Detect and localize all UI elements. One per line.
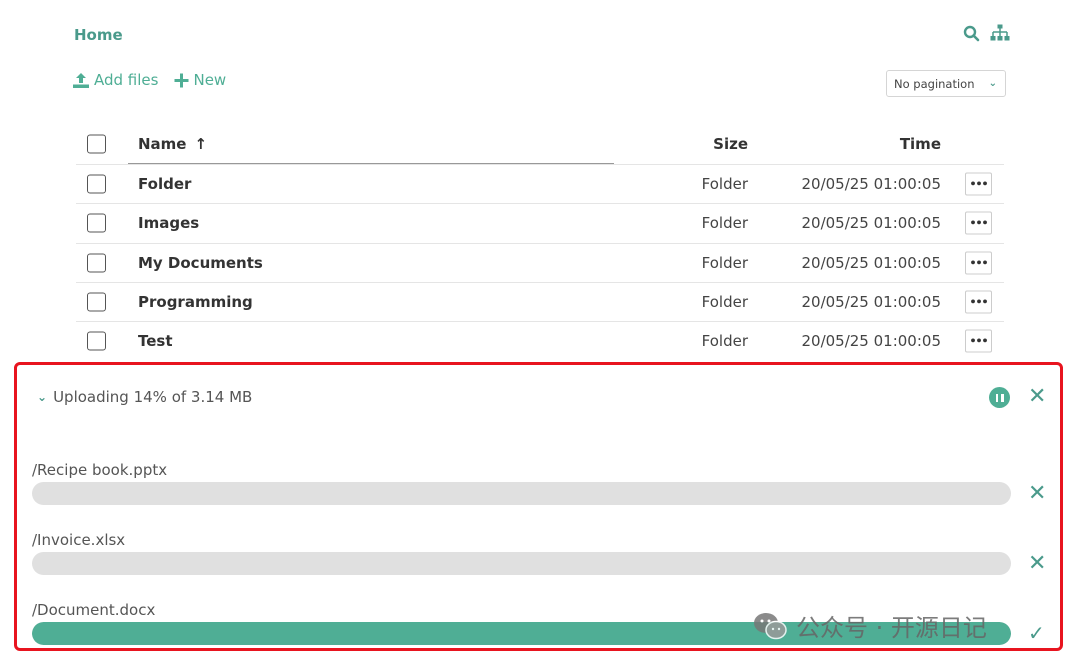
file-size: Folder xyxy=(701,175,748,194)
column-header-time[interactable]: Time xyxy=(900,135,941,153)
more-icon[interactable]: ••• xyxy=(965,251,992,275)
table-row[interactable]: My Documents Folder 20/05/25 01:00:05 ••… xyxy=(76,242,1004,282)
file-table: Name ↑ Size Time Folder Folder 20/05/25 0… xyxy=(76,124,1004,360)
add-files-label: Add files xyxy=(94,71,159,89)
file-name[interactable]: Images xyxy=(138,214,199,232)
breadcrumb[interactable]: Home xyxy=(74,26,123,44)
file-name[interactable]: My Documents xyxy=(138,254,263,272)
upload-icon xyxy=(72,72,90,89)
file-name[interactable]: Folder xyxy=(138,175,191,193)
file-time: 20/05/25 01:00:05 xyxy=(801,175,941,194)
breadcrumb-home[interactable]: Home xyxy=(74,26,123,44)
column-header-name[interactable]: Name ↑ xyxy=(138,135,207,153)
upload-progress-bar xyxy=(32,552,1011,575)
file-size: Folder xyxy=(701,332,748,351)
row-checkbox[interactable] xyxy=(87,331,106,351)
sort-up-icon: ↑ xyxy=(194,135,208,153)
upload-progress-bar xyxy=(32,482,1011,505)
file-time: 20/05/25 01:00:05 xyxy=(801,293,941,312)
new-label: New xyxy=(193,71,227,89)
upload-file-name: /Recipe book.pptx xyxy=(32,461,168,479)
upload-status: Uploading 14% of 3.14 MB xyxy=(53,388,253,406)
file-time: 20/05/25 01:00:05 xyxy=(801,332,941,351)
watermark: 公众号 · 开源日记 xyxy=(752,608,987,643)
file-time: 20/05/25 01:00:05 xyxy=(801,214,941,233)
top-actions xyxy=(963,24,1010,42)
chevron-down-icon: ⌄ xyxy=(988,78,997,89)
sitemap-icon[interactable] xyxy=(990,24,1010,42)
row-checkbox[interactable] xyxy=(87,174,106,194)
upload-header[interactable]: ⌄ Uploading 14% of 3.14 MB xyxy=(37,388,252,406)
table-row[interactable]: Images Folder 20/05/25 01:00:05 ••• xyxy=(76,203,1004,242)
row-checkbox[interactable] xyxy=(87,213,106,233)
file-size: Folder xyxy=(701,293,748,312)
table-row[interactable]: Test Folder 20/05/25 01:00:05 ••• xyxy=(76,321,1004,360)
upload-file-name: /Document.docx xyxy=(32,601,156,619)
column-name-label: Name xyxy=(138,135,187,153)
file-size: Folder xyxy=(701,214,748,233)
column-header-size[interactable]: Size xyxy=(713,135,748,153)
upload-file-name: /Invoice.xlsx xyxy=(32,531,126,549)
file-name[interactable]: Programming xyxy=(138,293,253,311)
file-size: Folder xyxy=(701,253,748,272)
pagination-select[interactable]: No pagination ⌄ xyxy=(886,70,1006,97)
close-icon[interactable]: ✕ xyxy=(1028,483,1046,505)
row-checkbox[interactable] xyxy=(87,292,106,312)
wechat-icon xyxy=(752,611,788,641)
pause-icon[interactable] xyxy=(989,387,1010,408)
more-icon[interactable]: ••• xyxy=(965,172,992,196)
more-icon[interactable]: ••• xyxy=(965,290,992,314)
close-icon[interactable]: ✕ xyxy=(1028,553,1046,575)
search-icon[interactable] xyxy=(963,25,980,42)
chevron-down-icon[interactable]: ⌄ xyxy=(37,390,47,404)
select-all-checkbox[interactable] xyxy=(87,134,106,154)
pagination-value: No pagination xyxy=(894,76,975,91)
plus-icon xyxy=(174,73,189,88)
watermark-text: 公众号 · 开源日记 xyxy=(796,614,987,642)
close-icon[interactable]: ✕ xyxy=(1028,386,1046,408)
file-name[interactable]: Test xyxy=(138,332,173,350)
table-row[interactable]: Programming Folder 20/05/25 01:00:05 ••• xyxy=(76,281,1004,321)
check-icon: ✓ xyxy=(1028,621,1045,645)
file-time: 20/05/25 01:00:05 xyxy=(801,253,941,272)
new-button[interactable]: New xyxy=(174,71,226,89)
more-icon[interactable]: ••• xyxy=(965,329,992,353)
table-header: Name ↑ Size Time xyxy=(76,124,1004,164)
table-row[interactable]: Folder Folder 20/05/25 01:00:05 ••• xyxy=(76,164,1004,203)
add-files-button[interactable]: Add files xyxy=(72,71,158,89)
toolbar: Add files New xyxy=(72,71,226,89)
row-checkbox[interactable] xyxy=(87,253,106,273)
more-icon[interactable]: ••• xyxy=(965,211,992,235)
